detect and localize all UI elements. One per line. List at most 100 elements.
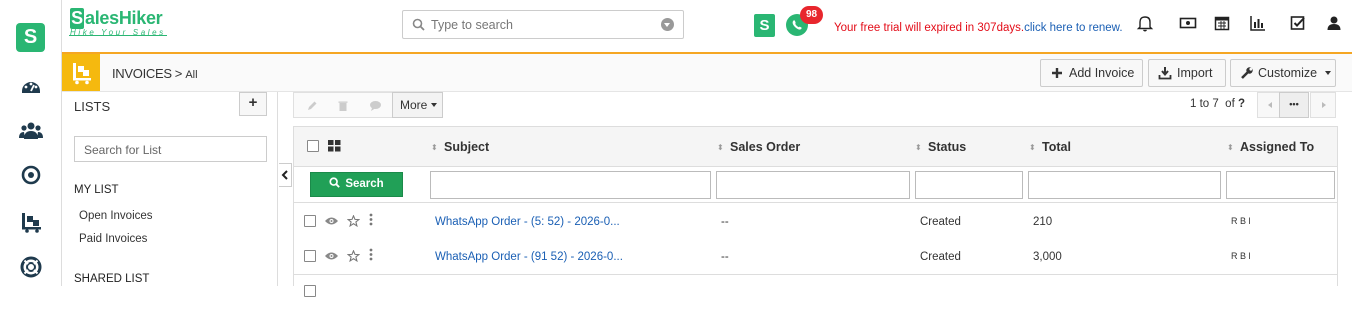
row-total: 210 (1033, 216, 1053, 228)
column-header-status[interactable]: ⬍ Status (915, 140, 966, 154)
row-checkbox[interactable] (304, 215, 316, 227)
row-sales-order: -- (721, 251, 729, 263)
page-jump-button[interactable]: ••• (1279, 92, 1309, 118)
star-icon[interactable] (347, 250, 360, 262)
column-assigned-label: Assigned To (1240, 140, 1315, 154)
table-header: ⬍ Subject ⬍ Sales Order ⬍ Status ⬍ Total ⬍ As… (294, 127, 1337, 167)
select-all-checkbox[interactable] (307, 140, 319, 152)
bulk-actions-group (293, 92, 393, 118)
column-sales-order-label: Sales Order (730, 140, 801, 154)
delete-icon[interactable] (337, 100, 349, 112)
table-row[interactable] (294, 275, 1337, 311)
sort-icon: ⬍ (717, 143, 724, 152)
list-toolbar: More 1 to 7 of ? ••• (293, 92, 1337, 124)
table-row[interactable]: WhatsApp Order - (5: 52) - 2026-0... -- … (294, 204, 1337, 240)
more-options-icon[interactable] (369, 248, 373, 261)
column-layout-icon[interactable] (328, 140, 341, 152)
invoice-module-icon (62, 54, 100, 91)
column-header-total[interactable]: ⬍ Total (1029, 140, 1071, 154)
user-icon[interactable] (1325, 14, 1343, 32)
calendar-icon[interactable] (1213, 14, 1231, 32)
page-range: 1 to 7 (1190, 98, 1219, 110)
money-icon[interactable] (1179, 14, 1197, 32)
sort-icon: ⬍ (1227, 143, 1234, 152)
row-checkbox[interactable] (304, 250, 316, 262)
filter-status-input[interactable] (915, 171, 1023, 199)
collapse-panel-button[interactable] (279, 163, 292, 187)
page-of: of (1225, 98, 1235, 110)
global-search-input[interactable]: Type to search (402, 10, 684, 39)
breadcrumb-module[interactable]: INVOICES (112, 66, 172, 81)
inventory-icon[interactable] (19, 210, 43, 234)
support-icon[interactable] (19, 255, 43, 279)
tasks-icon[interactable] (1289, 14, 1307, 32)
row-assigned-to: R B l (1231, 216, 1251, 226)
contacts-icon[interactable] (19, 118, 43, 142)
next-page-button[interactable] (1310, 92, 1336, 118)
row-subject-link[interactable]: WhatsApp Order - (5: 52) - 2026-0... (435, 216, 620, 228)
page-total[interactable]: ? (1238, 98, 1245, 110)
notification-count-badge: 98 (800, 6, 823, 24)
filter-subject-input[interactable] (430, 171, 711, 199)
invoices-table: ⬍ Subject ⬍ Sales Order ⬍ Status ⬍ Total ⬍ As… (293, 126, 1338, 311)
lists-title: LISTS (74, 99, 111, 114)
filter-assigned-input[interactable] (1226, 171, 1335, 199)
comment-icon[interactable] (369, 100, 382, 112)
row-sales-order: -- (721, 216, 729, 228)
trial-text: Your free trial will expired in 307days. (834, 22, 1025, 34)
pagination-info: 1 to 7 of ? (1190, 98, 1245, 110)
add-invoice-button[interactable]: Add Invoice (1040, 59, 1143, 87)
brand-underline (69, 35, 167, 36)
brand-s: S (70, 8, 84, 29)
column-subject-label: Subject (444, 140, 490, 154)
filter-total-input[interactable] (1028, 171, 1221, 199)
row-checkbox[interactable] (304, 285, 316, 297)
bell-icon[interactable] (1136, 14, 1154, 32)
chevron-right-icon (1322, 102, 1326, 108)
eye-icon[interactable] (324, 216, 339, 226)
target-icon[interactable] (19, 163, 43, 187)
filter-sales-order-input[interactable] (716, 171, 910, 199)
customize-button[interactable]: Customize (1230, 59, 1336, 87)
top-bar: SalesHiker Hike Your Sales Type to searc… (62, 0, 1352, 54)
customize-label: Customize (1258, 66, 1318, 80)
search-list-input[interactable]: Search for List (74, 136, 267, 162)
breadcrumb-separator: > (174, 66, 183, 81)
edit-icon[interactable] (306, 100, 318, 112)
chevron-left-icon (281, 170, 288, 180)
sort-icon: ⬍ (1029, 143, 1036, 152)
star-icon[interactable] (347, 215, 360, 227)
table-row[interactable]: WhatsApp Order - (91 52) - 2026-0... -- … (294, 239, 1337, 275)
row-status: Created (920, 216, 961, 228)
reports-icon[interactable] (1249, 14, 1267, 32)
saleshiker-chat-icon[interactable]: S (754, 14, 775, 37)
brand-name: alesHiker (85, 8, 163, 28)
caret-down-icon (1324, 71, 1331, 75)
list-item-paid-invoices[interactable]: Paid Invoices (79, 233, 147, 245)
shared-list-heading: SHARED LIST (74, 273, 150, 285)
column-header-assigned-to[interactable]: ⬍ Assigned To (1227, 140, 1314, 154)
more-actions-button[interactable]: More (392, 92, 443, 118)
import-button[interactable]: Import (1148, 59, 1226, 87)
add-list-button[interactable]: + (239, 92, 267, 116)
app-logo-icon[interactable]: S (16, 23, 45, 52)
search-button[interactable]: Search (310, 172, 403, 197)
caret-down-icon (430, 103, 437, 107)
my-list-heading: MY LIST (74, 184, 119, 196)
chevron-down-icon[interactable] (661, 18, 674, 31)
row-subject-link[interactable]: WhatsApp Order - (91 52) - 2026-0... (435, 251, 623, 263)
brand-logo[interactable]: SalesHiker Hike Your Sales (69, 8, 167, 37)
search-icon (329, 177, 341, 188)
more-options-icon[interactable] (369, 213, 373, 226)
dashboard-icon[interactable] (19, 74, 43, 98)
wrench-icon (1241, 67, 1253, 79)
sort-icon: ⬍ (431, 143, 438, 152)
filter-row: Search (294, 167, 1337, 203)
breadcrumb: INVOICES > All (112, 66, 198, 81)
row-assigned-to: R B l (1231, 251, 1251, 261)
list-item-open-invoices[interactable]: Open Invoices (79, 210, 153, 222)
column-header-sales-order[interactable]: ⬍ Sales Order (717, 140, 800, 154)
eye-icon[interactable] (324, 251, 339, 261)
renew-link[interactable]: click here to renew. (1024, 22, 1122, 34)
column-header-subject[interactable]: ⬍ Subject (431, 140, 489, 154)
